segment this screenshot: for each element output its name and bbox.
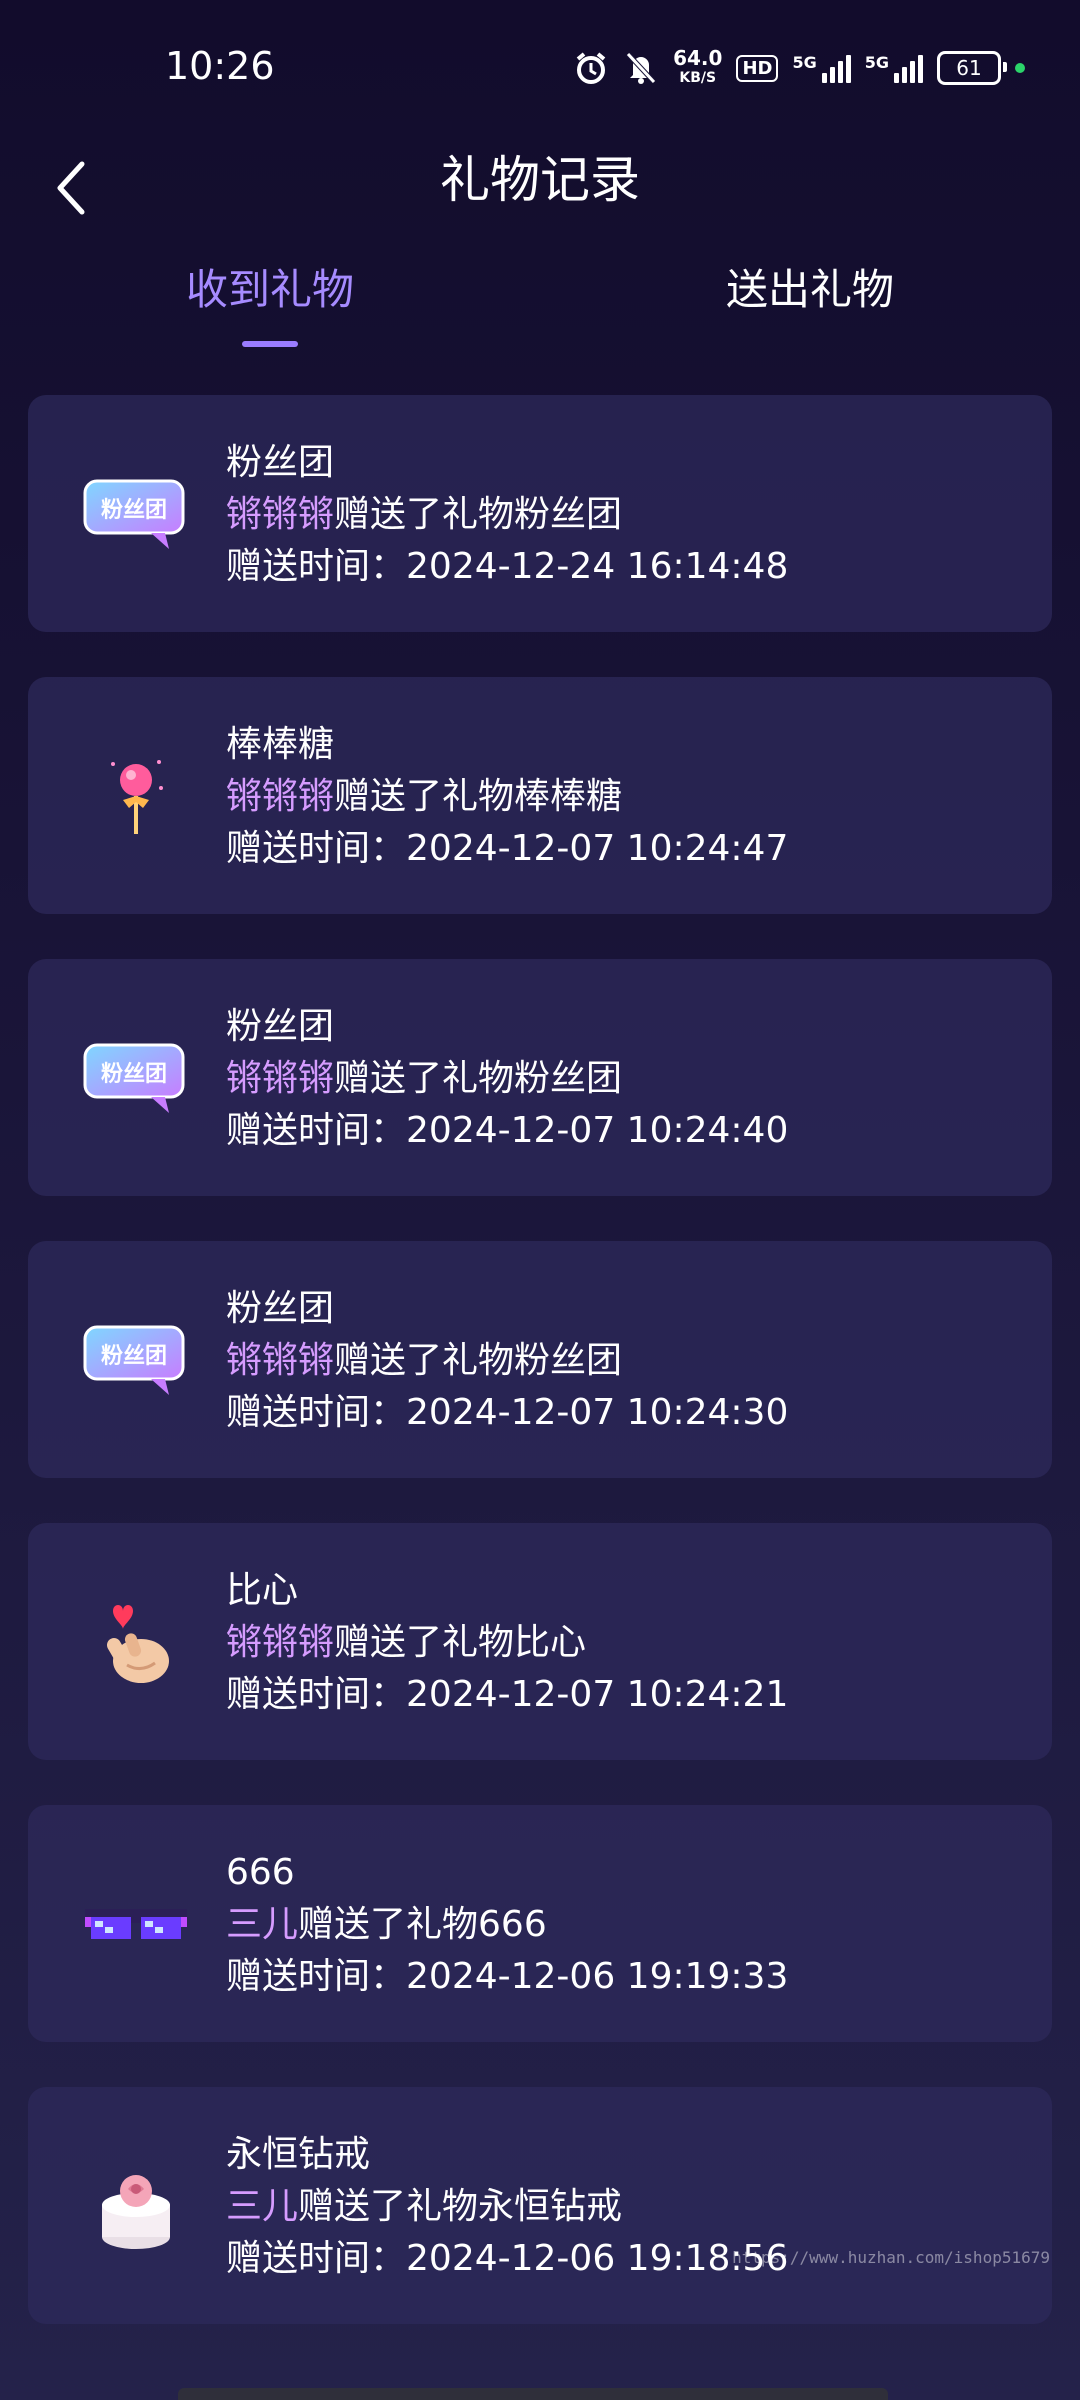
pixel-sunglasses-icon xyxy=(76,1865,196,1985)
gift-time-line: 赠送时间：2024-12-24 16:14:48 xyxy=(226,541,788,593)
gift-time: 2024-12-06 19:18:56 xyxy=(406,2238,789,2279)
gift-time-line: 赠送时间：2024-12-07 10:24:40 xyxy=(226,1105,788,1157)
page-title: 礼物记录 xyxy=(440,151,640,209)
finger-heart-icon xyxy=(76,1583,196,1703)
top-nav-bar: 礼物记录 xyxy=(0,140,1080,240)
gift-sender-line: 锵锵锵赠送了礼物粉丝团 xyxy=(226,1053,788,1105)
gift-time: 2024-12-07 10:24:21 xyxy=(406,1674,789,1715)
gift-time-line: 赠送时间：2024-12-06 19:19:33 xyxy=(226,1951,788,2003)
tab-sent-gifts[interactable]: 送出礼物 xyxy=(660,255,960,325)
gift-time-line: 赠送时间：2024-12-07 10:24:21 xyxy=(226,1669,788,1721)
gift-time: 2024-12-07 10:24:30 xyxy=(406,1392,789,1433)
gift-sender-line: 锵锵锵赠送了礼物比心 xyxy=(226,1617,788,1669)
gift-time-line: 赠送时间：2024-12-06 19:18:56 xyxy=(226,2233,788,2285)
fan-badge-text: 粉丝团 xyxy=(101,1061,167,1087)
gift-time-line: 赠送时间：2024-12-07 10:24:47 xyxy=(226,823,788,875)
signal-1-label: 5G xyxy=(792,53,817,72)
time-label: 赠送时间： xyxy=(226,1956,407,1997)
bottom-panel-edge xyxy=(178,2388,888,2400)
time-label: 赠送时间： xyxy=(226,1392,407,1433)
time-label: 赠送时间： xyxy=(226,2238,407,2279)
gift-action-text: 赠送了礼物粉丝团 xyxy=(334,494,623,535)
gift-record-card[interactable]: 永恒钻戒 三儿赠送了礼物永恒钻戒 赠送时间：2024-12-06 19:18:5… xyxy=(28,2087,1052,2324)
signal-2-label: 5G xyxy=(864,53,889,72)
net-speed-value: 64.0 xyxy=(673,46,723,70)
gift-sender-line: 三儿赠送了礼物永恒钻戒 xyxy=(226,2181,788,2233)
signal-strength-2: 5G xyxy=(865,53,923,83)
gift-name: 粉丝团 xyxy=(226,442,335,483)
sender-name[interactable]: 锵锵锵 xyxy=(226,494,334,535)
signal-strength-1: 5G xyxy=(792,53,851,83)
gift-sender-line: 三儿赠送了礼物666 xyxy=(226,1899,788,1951)
tab-received-gifts[interactable]: 收到礼物 xyxy=(120,255,420,325)
gift-name: 棒棒糖 xyxy=(226,724,335,765)
network-speed: 64.0 KB/S xyxy=(673,48,722,88)
gift-action-text: 赠送了礼物比心 xyxy=(334,1622,587,1663)
watermark-url: https://www.huzhan.com/ishop51679 xyxy=(732,2248,1050,2267)
fan-club-badge-icon: 粉丝团 xyxy=(76,1019,196,1139)
battery-indicator: 61 xyxy=(937,51,1007,85)
gift-record-card[interactable]: 666 三儿赠送了礼物666 赠送时间：2024-12-06 19:19:33 xyxy=(28,1805,1052,2042)
gift-action-text: 赠送了礼物棒棒糖 xyxy=(334,776,623,817)
time-label: 赠送时间： xyxy=(226,828,407,869)
lollipop-icon xyxy=(76,737,196,857)
gift-record-card[interactable]: 比心 锵锵锵赠送了礼物比心 赠送时间：2024-12-07 10:24:21 xyxy=(28,1523,1052,1760)
ring-box-icon xyxy=(76,2147,196,2267)
sender-name[interactable]: 锵锵锵 xyxy=(226,1058,334,1099)
gift-name: 666 xyxy=(226,1852,295,1893)
privacy-indicator-dot xyxy=(1015,63,1025,73)
sender-name[interactable]: 锵锵锵 xyxy=(226,776,334,817)
gift-sender-line: 锵锵锵赠送了礼物棒棒糖 xyxy=(226,771,788,823)
sender-name[interactable]: 三儿 xyxy=(226,1904,298,1945)
gift-action-text: 赠送了礼物粉丝团 xyxy=(334,1058,623,1099)
gift-record-card[interactable]: 粉丝团 粉丝团 锵锵锵赠送了礼物粉丝团 赠送时间：2024-12-07 10:2… xyxy=(28,1241,1052,1478)
status-bar: 10:26 64.0 KB/S HD 5G 5G 61 xyxy=(0,0,1080,140)
status-time: 10:26 xyxy=(165,44,275,88)
gift-action-text: 赠送了礼物666 xyxy=(298,1904,547,1945)
mute-bell-icon xyxy=(623,50,659,86)
gift-record-list: 粉丝团 粉丝团 锵锵锵赠送了礼物粉丝团 赠送时间：2024-12-24 16:1… xyxy=(28,395,1052,2369)
status-icons: 64.0 KB/S HD 5G 5G 61 xyxy=(573,48,1025,88)
gift-name: 永恒钻戒 xyxy=(226,2134,371,2175)
hd-voice-badge: HD xyxy=(736,54,779,82)
time-label: 赠送时间： xyxy=(226,1674,407,1715)
gift-time: 2024-12-07 10:24:47 xyxy=(406,828,789,869)
gift-time: 2024-12-24 16:14:48 xyxy=(406,546,789,587)
fan-club-badge-icon: 粉丝团 xyxy=(76,455,196,575)
gift-time: 2024-12-06 19:19:33 xyxy=(406,1956,789,1997)
sender-name[interactable]: 锵锵锵 xyxy=(226,1340,334,1381)
gift-record-card[interactable]: 棒棒糖 锵锵锵赠送了礼物棒棒糖 赠送时间：2024-12-07 10:24:47 xyxy=(28,677,1052,914)
gift-sender-line: 锵锵锵赠送了礼物粉丝团 xyxy=(226,1335,788,1387)
gift-record-card[interactable]: 粉丝团 粉丝团 锵锵锵赠送了礼物粉丝团 赠送时间：2024-12-24 16:1… xyxy=(28,395,1052,632)
gift-sender-line: 锵锵锵赠送了礼物粉丝团 xyxy=(226,489,788,541)
alarm-icon xyxy=(573,50,609,86)
net-speed-unit: KB/S xyxy=(679,70,717,86)
fan-badge-text: 粉丝团 xyxy=(101,1343,167,1369)
fan-badge-text: 粉丝团 xyxy=(101,497,167,523)
gift-tabs: 收到礼物 送出礼物 xyxy=(0,255,1080,355)
time-label: 赠送时间： xyxy=(226,1110,407,1151)
active-tab-indicator xyxy=(242,341,298,347)
gift-record-card[interactable]: 粉丝团 粉丝团 锵锵锵赠送了礼物粉丝团 赠送时间：2024-12-07 10:2… xyxy=(28,959,1052,1196)
sender-name[interactable]: 三儿 xyxy=(226,2186,298,2227)
sender-name[interactable]: 锵锵锵 xyxy=(226,1622,334,1663)
gift-time: 2024-12-07 10:24:40 xyxy=(406,1110,789,1151)
fan-club-badge-icon: 粉丝团 xyxy=(76,1301,196,1421)
gift-action-text: 赠送了礼物粉丝团 xyxy=(334,1340,623,1381)
gift-name: 粉丝团 xyxy=(226,1006,335,1047)
gift-time-line: 赠送时间：2024-12-07 10:24:30 xyxy=(226,1387,788,1439)
gift-name: 粉丝团 xyxy=(226,1288,335,1329)
gift-name: 比心 xyxy=(226,1570,299,1611)
gift-action-text: 赠送了礼物永恒钻戒 xyxy=(298,2186,623,2227)
time-label: 赠送时间： xyxy=(226,546,407,587)
